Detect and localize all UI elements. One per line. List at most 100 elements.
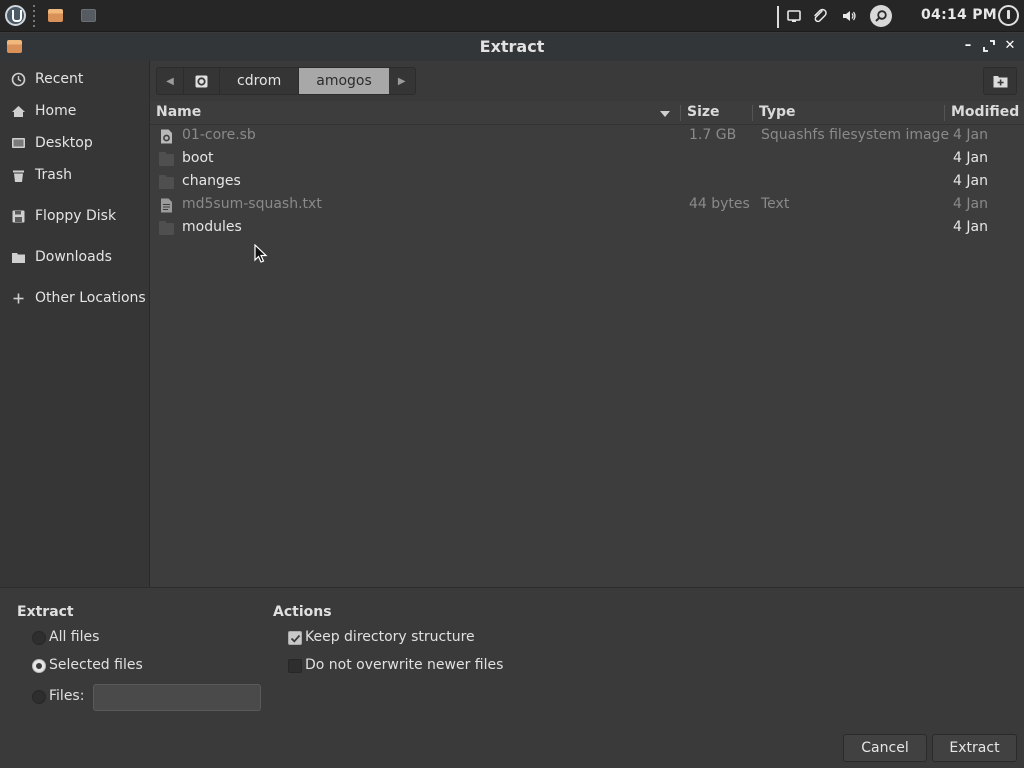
file-modified: 4 Jan <box>953 150 988 166</box>
file-modified: 4 Jan <box>953 173 988 189</box>
top-panel: 04:14 PM <box>0 0 1024 32</box>
column-header-name[interactable]: Name <box>156 104 201 120</box>
file-row[interactable]: md5sum-squash.txt 44 bytes Text 4 Jan <box>150 194 1024 217</box>
folder-icon <box>12 252 25 263</box>
file-name: md5sum-squash.txt <box>182 196 322 212</box>
folder-icon <box>159 152 174 166</box>
sidebar-item-desktop[interactable]: Desktop <box>0 129 150 157</box>
file-list-header: Name Size Type Modified <box>150 101 1024 125</box>
path-segment-amogos[interactable]: amogos <box>298 68 389 94</box>
places-sidebar: Recent Home Desktop Trash Floppy Disk Do… <box>0 61 150 587</box>
volume-icon[interactable] <box>840 7 858 25</box>
sidebar-item-label: Desktop <box>35 135 93 151</box>
sidebar-item-label: Floppy Disk <box>35 208 117 224</box>
sidebar-item-label: Home <box>35 103 77 119</box>
extract-button[interactable]: Extract <box>932 734 1017 762</box>
path-bar: ◀ cdrom amogos ▶ <box>156 67 416 95</box>
file-name: modules <box>182 219 242 235</box>
column-separator[interactable] <box>944 105 945 121</box>
files-pattern-radio[interactable] <box>32 690 46 704</box>
path-scroll-left-icon[interactable]: ◀ <box>157 68 183 94</box>
taskbar-terminal-icon[interactable] <box>81 9 96 22</box>
text-file-icon <box>161 198 172 213</box>
optical-drive-icon <box>195 75 208 87</box>
close-icon[interactable]: ✕ <box>1003 38 1017 54</box>
power-icon[interactable] <box>998 5 1019 26</box>
column-header-modified[interactable]: Modified <box>951 104 1019 120</box>
clock-icon <box>11 72 26 86</box>
file-row[interactable]: changes 4 Jan <box>150 171 1024 194</box>
app-menu-icon[interactable] <box>5 5 26 26</box>
column-separator[interactable] <box>680 105 681 121</box>
floppy-icon <box>12 210 25 222</box>
sidebar-item-other-locations[interactable]: Other Locations <box>0 284 150 312</box>
minimize-icon[interactable]: – <box>961 38 975 54</box>
sidebar-item-recent[interactable]: Recent <box>0 65 150 93</box>
sort-descending-icon[interactable] <box>660 111 670 117</box>
checkmark-icon <box>290 634 301 643</box>
sidebar-item-home[interactable]: Home <box>0 97 150 125</box>
window-titlebar[interactable]: Extract – ✕ <box>0 33 1024 61</box>
maximize-icon[interactable] <box>982 38 996 54</box>
all-files-label[interactable]: All files <box>49 629 99 645</box>
extract-options-panel: Extract All files Selected files Files: … <box>0 587 1024 768</box>
keep-structure-label[interactable]: Keep directory structure <box>305 629 475 645</box>
paperclip-icon[interactable] <box>811 7 829 25</box>
column-separator[interactable] <box>752 105 753 121</box>
file-row[interactable]: boot 4 Jan <box>150 148 1024 171</box>
sidebar-item-label: Downloads <box>35 249 112 265</box>
new-folder-icon <box>993 75 1007 87</box>
trash-icon <box>13 170 24 182</box>
panel-divider <box>777 6 779 28</box>
cancel-button[interactable]: Cancel <box>843 734 927 762</box>
files-pattern-input[interactable] <box>93 684 261 711</box>
sidebar-item-floppy-disk[interactable]: Floppy Disk <box>0 202 150 230</box>
file-name: 01-core.sb <box>182 127 256 143</box>
file-row[interactable]: modules 4 Jan <box>150 217 1024 240</box>
file-name: boot <box>182 150 214 166</box>
sidebar-item-label: Trash <box>35 167 72 183</box>
file-modified: 4 Jan <box>953 196 988 212</box>
path-scroll-right-icon[interactable]: ▶ <box>388 68 415 94</box>
window-title: Extract <box>479 37 545 56</box>
extract-heading: Extract <box>17 604 74 620</box>
new-folder-button[interactable] <box>983 67 1017 95</box>
column-header-size[interactable]: Size <box>687 104 720 120</box>
path-segment-cdrom[interactable]: cdrom <box>219 68 299 94</box>
folder-icon <box>159 221 174 235</box>
file-name: changes <box>182 173 241 189</box>
home-icon <box>12 105 25 117</box>
column-header-type[interactable]: Type <box>759 104 796 120</box>
file-size: 1.7 GB <box>689 127 737 143</box>
file-size: 44 bytes <box>689 196 750 212</box>
all-files-radio[interactable] <box>32 631 46 645</box>
file-list[interactable]: Name Size Type Modified 01-core.sb 1.7 G… <box>150 101 1024 587</box>
file-modified: 4 Jan <box>953 127 988 143</box>
no-overwrite-checkbox[interactable] <box>288 659 302 673</box>
sidebar-item-downloads[interactable]: Downloads <box>0 243 150 271</box>
disk-image-file-icon <box>161 129 172 144</box>
mouse-cursor-icon <box>254 244 268 263</box>
search-icon[interactable] <box>870 5 892 27</box>
screen-icon[interactable] <box>785 7 803 25</box>
folder-icon <box>159 175 174 189</box>
sidebar-item-trash[interactable]: Trash <box>0 161 150 189</box>
path-segment-drive[interactable] <box>183 68 219 94</box>
sidebar-item-label: Other Locations <box>35 290 146 306</box>
plus-icon <box>13 293 24 303</box>
panel-separator <box>33 5 35 27</box>
file-row[interactable]: 01-core.sb 1.7 GB Squashfs filesystem im… <box>150 125 1024 148</box>
selected-files-label[interactable]: Selected files <box>49 657 143 673</box>
actions-heading: Actions <box>273 604 332 620</box>
taskbar-archive-icon[interactable] <box>48 9 63 22</box>
desktop-icon <box>12 137 25 148</box>
clock[interactable]: 04:14 PM <box>921 7 997 23</box>
file-modified: 4 Jan <box>953 219 988 235</box>
selected-files-radio[interactable] <box>32 659 46 673</box>
sidebar-item-label: Recent <box>35 71 84 87</box>
file-type: Text <box>761 196 790 212</box>
no-overwrite-label[interactable]: Do not overwrite newer files <box>305 657 503 673</box>
file-type: Squashfs filesystem image <box>761 127 950 143</box>
files-pattern-label[interactable]: Files: <box>49 688 84 704</box>
keep-structure-checkbox[interactable] <box>288 631 302 645</box>
